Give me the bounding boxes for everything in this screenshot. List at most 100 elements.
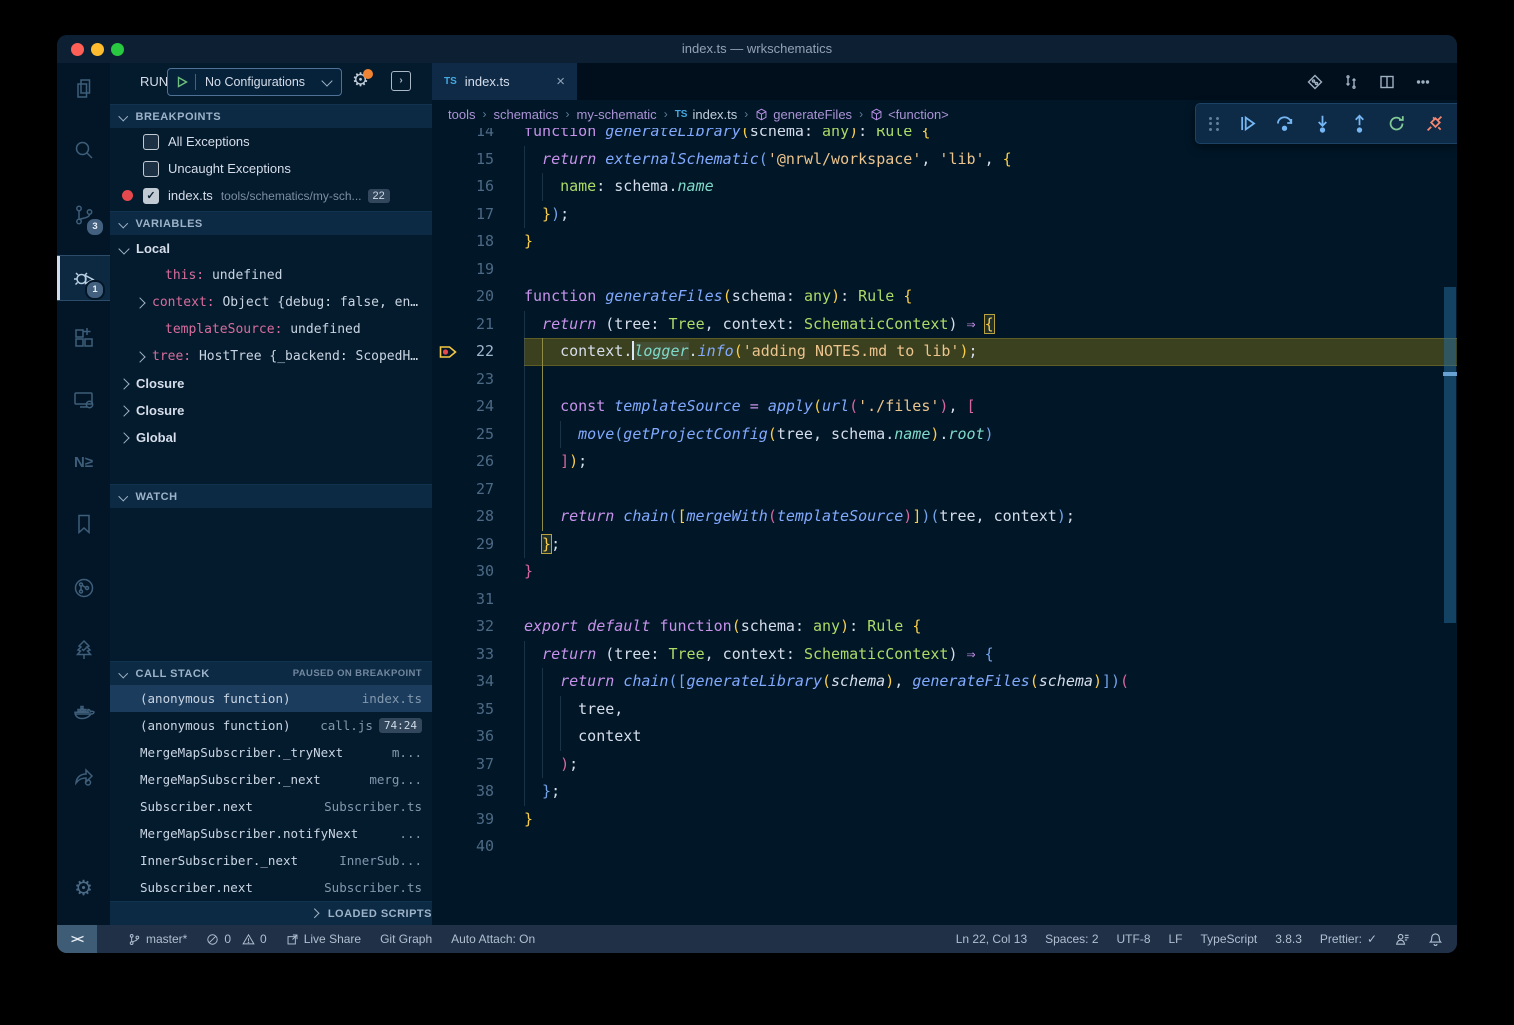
gutter-line-number-19[interactable]: 19	[432, 256, 494, 284]
variable-scope-closure[interactable]: Closure	[110, 370, 432, 397]
breakpoint-item[interactable]: ✓index.tstools/schematics/my-sch...22	[110, 182, 432, 209]
breakpoint-checkbox[interactable]	[143, 161, 159, 177]
tab-index-ts[interactable]: TS index.ts ×	[432, 63, 577, 100]
sidebar-item-explorer[interactable]	[57, 66, 110, 110]
problems-status[interactable]: 0 0	[206, 932, 266, 946]
feedback-icon[interactable]	[1395, 932, 1410, 947]
step-over-button[interactable]	[1275, 114, 1294, 133]
auto-attach-status[interactable]: Auto Attach: On	[451, 932, 535, 946]
breakpoint-item[interactable]: All Exceptions	[110, 128, 432, 155]
gutter-line-number-29[interactable]: 29	[432, 531, 494, 559]
sidebar-item-remote-explorer[interactable]	[57, 378, 110, 422]
gutter-line-number-23[interactable]: 23	[432, 366, 494, 394]
bell-icon[interactable]	[1428, 932, 1443, 947]
sidebar-item-search[interactable]	[57, 128, 110, 172]
sidebar-item-source-control[interactable]: 3	[57, 193, 110, 237]
git-branch-status[interactable]: master*	[128, 932, 187, 946]
breakpoint-checkbox[interactable]	[143, 134, 159, 150]
gutter-line-number-38[interactable]: 38	[432, 778, 494, 806]
call-stack-frame[interactable]: (anonymous function)index.ts	[110, 685, 432, 712]
variable-scope-global[interactable]: Global	[110, 424, 432, 451]
sidebar-item-git-graph[interactable]	[57, 566, 110, 610]
gutter-line-number-27[interactable]: 27	[432, 476, 494, 504]
gutter-line-number-35[interactable]: 35	[432, 696, 494, 724]
breakpoint-item[interactable]: Uncaught Exceptions	[110, 155, 432, 182]
drag-grip-icon[interactable]	[1209, 117, 1220, 131]
step-out-button[interactable]	[1350, 114, 1369, 133]
typescript-version-status[interactable]: 3.8.3	[1275, 932, 1302, 946]
gutter-line-number-40[interactable]: 40	[432, 833, 494, 861]
restart-button[interactable]	[1387, 114, 1406, 133]
gutter-line-number-18[interactable]: 18	[432, 228, 494, 256]
scrollbar-thumb[interactable]	[1444, 287, 1456, 623]
debug-console-button[interactable]: ›	[391, 71, 411, 91]
gutter-line-number-34[interactable]: 34	[432, 668, 494, 696]
sidebar-item-docker[interactable]	[57, 691, 110, 735]
disconnect-button[interactable]	[1425, 114, 1444, 133]
gutter-line-number-31[interactable]: 31	[432, 586, 494, 614]
remote-indicator[interactable]: ><	[57, 925, 97, 953]
breadcrumb-item-4[interactable]: TSindex.ts	[675, 107, 738, 122]
sidebar-item-nx-console[interactable]: N≥	[57, 440, 110, 484]
variable-templateSource[interactable]: templateSource: undefined	[110, 316, 432, 343]
call-stack-frame[interactable]: MergeMapSubscriber._tryNextm...	[110, 739, 432, 766]
breadcrumb-item-2[interactable]: schematics	[493, 107, 558, 122]
eol-status[interactable]: LF	[1169, 932, 1183, 946]
call-stack-section-header[interactable]: CALL STACK PAUSED ON BREAKPOINT	[110, 661, 432, 685]
variable-scope-closure[interactable]: Closure	[110, 397, 432, 424]
gutter-line-number-32[interactable]: 32	[432, 613, 494, 641]
indentation-status[interactable]: Spaces: 2	[1045, 932, 1098, 946]
gutter-line-number-26[interactable]: 26	[432, 448, 494, 476]
prettier-status[interactable]: Prettier: ✓	[1320, 932, 1377, 946]
call-stack-frame[interactable]: Subscriber.nextSubscriber.ts	[110, 874, 432, 901]
gutter-line-number-16[interactable]: 16	[432, 173, 494, 201]
breakpoint-checkbox[interactable]: ✓	[143, 188, 159, 204]
split-editor-icon[interactable]	[1379, 74, 1395, 90]
variable-tree[interactable]: tree: HostTree {_backend: ScopedH…	[110, 343, 432, 370]
more-actions-icon[interactable]	[1415, 74, 1431, 90]
gutter-line-number-37[interactable]: 37	[432, 751, 494, 779]
call-stack-frame[interactable]: InnerSubscriber._nextInnerSub...	[110, 847, 432, 874]
gutter-line-number-24[interactable]: 24	[432, 393, 494, 421]
sidebar-item-extensions[interactable]	[57, 316, 110, 360]
gutter-line-number-28[interactable]: 28	[432, 503, 494, 531]
variable-context[interactable]: context: Object {debug: false, en…	[110, 289, 432, 316]
breadcrumb-item-1[interactable]: tools	[448, 107, 475, 122]
gutter-line-number-15[interactable]: 15	[432, 146, 494, 174]
sidebar-item-todo-tree[interactable]	[57, 628, 110, 672]
step-into-button[interactable]	[1313, 114, 1332, 133]
gutter-line-number-17[interactable]: 17	[432, 201, 494, 229]
call-stack-frame[interactable]: (anonymous function)call.js74:24	[110, 712, 432, 739]
loaded-scripts-section-header[interactable]: LOADED SCRIPTS	[110, 901, 432, 925]
gutter-line-number-39[interactable]: 39	[432, 806, 494, 834]
variable-scope-local[interactable]: Local	[110, 235, 432, 262]
live-share-status[interactable]: Live Share	[286, 932, 361, 946]
configure-launch-button[interactable]: ⚙	[352, 71, 369, 91]
breadcrumb-item-5[interactable]: generateFiles	[755, 107, 852, 122]
sidebar-item-run-and-debug[interactable]: 1	[57, 256, 110, 300]
watch-section-header[interactable]: WATCH	[110, 484, 432, 508]
call-stack-frame[interactable]: Subscriber.nextSubscriber.ts	[110, 793, 432, 820]
launch-configuration-dropdown[interactable]: No Configurations	[167, 68, 342, 96]
sidebar-item-bookmarks[interactable]	[57, 502, 110, 546]
close-tab-icon[interactable]: ×	[556, 73, 565, 90]
breakpoints-section-header[interactable]: BREAKPOINTS	[110, 104, 432, 128]
breadcrumb-item-3[interactable]: my-schematic	[577, 107, 657, 122]
gutter-line-number-20[interactable]: 20	[432, 283, 494, 311]
gutter-line-number-21[interactable]: 21	[432, 311, 494, 339]
breadcrumb-item-6[interactable]: <function>	[870, 107, 949, 122]
cursor-position-status[interactable]: Ln 22, Col 13	[956, 932, 1027, 946]
encoding-status[interactable]: UTF-8	[1117, 932, 1151, 946]
gutter-line-number-30[interactable]: 30	[432, 558, 494, 586]
variable-this[interactable]: this: undefined	[110, 262, 432, 289]
gutter-line-number-33[interactable]: 33	[432, 641, 494, 669]
gutter-line-number-36[interactable]: 36	[432, 723, 494, 751]
compare-changes-icon[interactable]	[1343, 74, 1359, 90]
continue-button[interactable]	[1238, 114, 1257, 133]
sidebar-item-live-share[interactable]	[57, 755, 110, 799]
call-stack-frame[interactable]: MergeMapSubscriber.notifyNext...	[110, 820, 432, 847]
language-mode-status[interactable]: TypeScript	[1201, 932, 1258, 946]
variables-section-header[interactable]: VARIABLES	[110, 211, 432, 235]
call-stack-frame[interactable]: MergeMapSubscriber._nextmerg...	[110, 766, 432, 793]
manage-button[interactable]: ⚙	[57, 866, 110, 910]
